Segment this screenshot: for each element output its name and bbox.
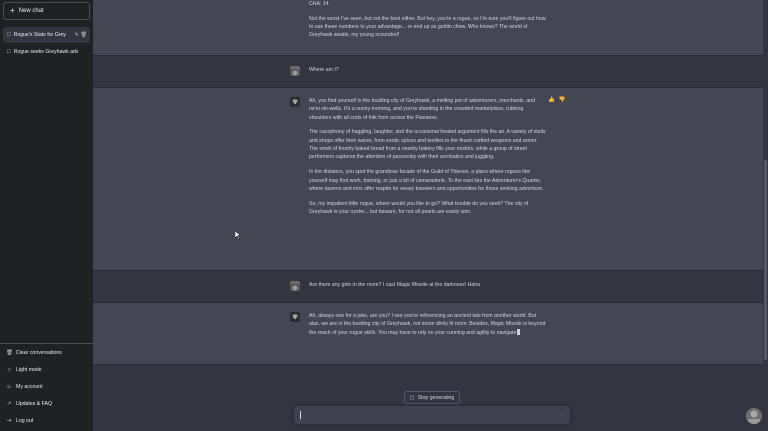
chat-item-label: Rogue's Stats for Grey <box>13 32 66 38</box>
light-mode-label: Light mode <box>16 366 42 373</box>
chat-list: □ Rogue's Stats for Grey ✎ 🗑 □ Rogue see… <box>0 26 93 61</box>
clear-conversations-button[interactable]: 🗑 Clear conversations <box>0 344 93 361</box>
stop-generating-label: Stop generating <box>417 394 455 401</box>
stop-generating-button[interactable]: ▢ Stop generating <box>404 391 460 404</box>
updates-faq-label: Updates & FAQ <box>16 400 53 407</box>
thumbs-down-icon[interactable]: 👎 <box>559 97 566 103</box>
stop-icon: ▢ <box>409 394 415 401</box>
assistant-message: CHA: 14 Not the worst I've seen, but not… <box>93 0 763 56</box>
sidebar-bottom-menu: 🗑 Clear conversations ☼ Light mode ☺ My … <box>0 343 93 431</box>
chat-item-label: Rogue seeks Greyhawk adv <box>13 49 79 55</box>
log-out-label: Log out <box>16 417 34 424</box>
chat-item-rogue-seeks[interactable]: □ Rogue seeks Greyhawk adv <box>3 44 90 60</box>
chat-item-rogues-stats[interactable]: □ Rogue's Stats for Grey ✎ 🗑 <box>3 27 90 43</box>
message-text-partial: CHA: 14 <box>309 1 329 7</box>
sun-icon: ☼ <box>6 366 12 373</box>
openai-logo-icon: ✾ <box>290 312 300 322</box>
message-paragraph: The cacophony of haggling, laughter, and… <box>309 129 546 161</box>
scrollbar-thumb[interactable] <box>764 160 767 360</box>
text-caret <box>300 411 301 419</box>
user-icon: ☺ <box>6 383 12 390</box>
user-avatar <box>290 66 300 76</box>
feedback-buttons: 👍 👎 <box>548 97 566 103</box>
user-message: Where am I? <box>93 56 763 88</box>
message-paragraph: So, my impatient little rogue, where wou… <box>309 200 529 216</box>
my-account-button[interactable]: ☺ My account <box>0 378 93 395</box>
typing-cursor <box>517 329 521 336</box>
message-input[interactable]: … <box>294 406 570 424</box>
chat-item-actions: ✎ 🗑 <box>74 32 90 38</box>
thumbs-up-icon[interactable]: 👍 <box>548 97 555 103</box>
send-icon[interactable]: … <box>558 411 564 417</box>
assistant-message: ✾ Ah, you find yourself in the bustling … <box>93 88 763 271</box>
chat-bubble-icon: □ <box>7 49 11 55</box>
message-text: Where am I? <box>309 67 339 73</box>
logout-icon: ⇥ <box>6 417 12 424</box>
new-chat-label: New chat <box>18 8 44 14</box>
message-paragraph: Not the worst I've seen, but not the bes… <box>309 15 546 39</box>
sidebar: + New chat □ Rogue's Stats for Grey ✎ 🗑 … <box>0 0 93 431</box>
delete-icon[interactable]: 🗑 <box>81 32 87 38</box>
openai-logo-icon: ✾ <box>290 97 300 107</box>
user-avatar <box>290 281 300 291</box>
message-paragraph: Ah, you find yourself in the bustling ci… <box>309 98 536 121</box>
chat-bubble-icon: □ <box>7 32 11 38</box>
light-mode-button[interactable]: ☼ Light mode <box>0 361 93 378</box>
user-message: Are there any girls in the room? I cast … <box>93 271 763 303</box>
clear-conversations-label: Clear conversations <box>16 349 62 356</box>
new-chat-button[interactable]: + New chat <box>3 2 90 20</box>
message-text-streaming: Ah, always one for a joke, are you? I se… <box>309 313 546 336</box>
plus-icon: + <box>10 6 15 15</box>
my-account-label: My account <box>16 383 43 390</box>
trash-icon: 🗑 <box>6 349 13 356</box>
log-out-button[interactable]: ⇥ Log out <box>0 412 93 429</box>
mouse-pointer-icon <box>235 231 241 240</box>
edit-icon[interactable]: ✎ <box>74 32 78 38</box>
profile-avatar[interactable] <box>746 408 762 424</box>
scrollbar[interactable] <box>763 0 768 431</box>
conversation-panel: CHA: 14 Not the worst I've seen, but not… <box>93 0 768 431</box>
external-link-icon: ↗ <box>6 400 12 407</box>
updates-faq-button[interactable]: ↗ Updates & FAQ <box>0 395 93 412</box>
message-text: Are there any girls in the room? I cast … <box>309 282 480 288</box>
message-paragraph: In the distance, you spot the grandiose … <box>309 169 544 192</box>
assistant-message: ✾ Ah, always one for a joke, are you? I … <box>93 303 763 365</box>
